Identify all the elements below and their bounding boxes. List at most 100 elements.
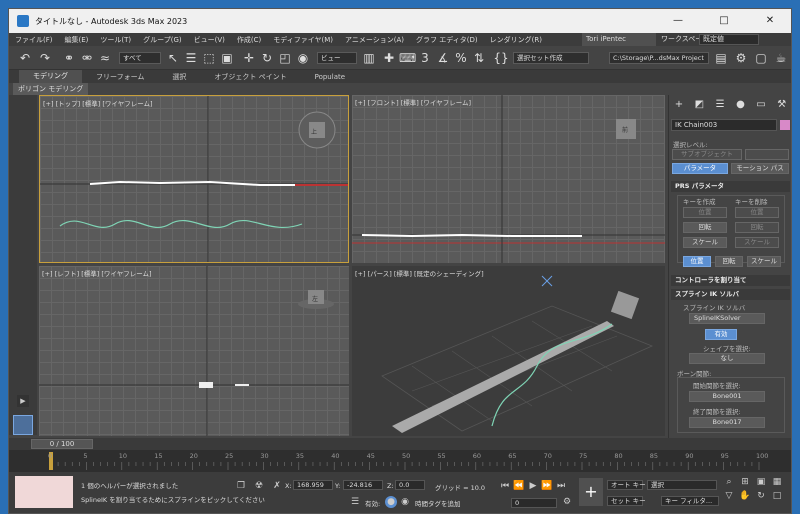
lock-selection-icon[interactable]: ❐	[235, 480, 247, 492]
position-tab-button[interactable]: 位置	[683, 256, 711, 267]
key-set-select[interactable]: 選択	[647, 480, 717, 490]
menu-animation[interactable]: アニメーション(A)	[339, 35, 410, 45]
maxscript-listener[interactable]	[15, 476, 73, 508]
menu-group[interactable]: グループ(G)	[137, 35, 187, 45]
add-time-tag[interactable]: 時間タグを追加	[415, 498, 461, 508]
track-bar[interactable]: 0 5 10 15 20 25 30 35 40 45 50 55 60 65 70 75 80 85 90 95 10…	[9, 450, 791, 472]
solver-select[interactable]: SplineIKSolver	[689, 313, 765, 324]
project-path[interactable]: C:\Storage\P...dsMax Project	[609, 52, 709, 64]
motion-path-button[interactable]: モーション パス	[731, 163, 789, 174]
spinner-snap-icon[interactable]: ⇅	[471, 50, 487, 66]
zoom-extents-all-icon[interactable]: ▦	[771, 476, 783, 488]
orbit-icon[interactable]: ↻	[755, 490, 767, 502]
tab-object-paint[interactable]: オブジェクト ペイント	[200, 72, 300, 82]
angle-snap-icon[interactable]: ∡	[435, 50, 451, 66]
named-selection-set[interactable]: 選択セット作成	[513, 52, 589, 64]
scale-tab-button[interactable]: スケール	[747, 256, 781, 267]
create-tab-icon[interactable]: +	[675, 99, 683, 110]
undo-icon[interactable]: ↶	[17, 50, 33, 66]
edit-named-selection-icon[interactable]: {}	[493, 50, 509, 66]
unlink-icon[interactable]: ⚮	[79, 50, 95, 66]
zoom-extents-icon[interactable]: ▣	[755, 476, 767, 488]
delete-position-key-button[interactable]: 位置	[735, 207, 779, 218]
viewport-layout-icon[interactable]	[13, 415, 33, 435]
adaptive-degradation-icon[interactable]: ●	[385, 496, 397, 508]
tab-populate[interactable]: Populate	[301, 73, 359, 81]
next-frame-icon[interactable]: ⏩	[541, 480, 553, 492]
select-by-name-icon[interactable]: ☰	[183, 50, 199, 66]
render-frame-icon[interactable]: ▢	[753, 50, 769, 66]
user-account[interactable]: Tori iPentec	[582, 33, 656, 46]
end-bone-button[interactable]: Bone017	[689, 417, 765, 428]
spline-ik-solver-rollout[interactable]: スプライン IK ソルバ	[671, 289, 790, 300]
motion-tab-icon[interactable]: ●	[736, 99, 745, 110]
create-rotation-key-button[interactable]: 回転	[683, 222, 727, 233]
reference-coordinate-select[interactable]: ビュー	[317, 52, 357, 64]
assign-controller-rollout[interactable]: コントローラを割り当て	[671, 275, 790, 286]
enabled-button[interactable]: 有効	[705, 329, 737, 340]
auto-key-button[interactable]: オート キー	[607, 480, 646, 490]
key-filters-button[interactable]: キー フィルタ...	[661, 496, 719, 506]
time-tag-icon[interactable]: ◉	[399, 496, 411, 508]
zoom-all-icon[interactable]: ⊞	[739, 476, 751, 488]
delete-rotation-key-button[interactable]: 回転	[735, 222, 779, 233]
menu-edit[interactable]: 編集(E)	[59, 35, 95, 45]
fov-icon[interactable]: ▽	[723, 490, 735, 502]
pivot-center-icon[interactable]: ▥	[361, 50, 377, 66]
maximize-button[interactable]: □	[701, 9, 747, 33]
region-select-icon[interactable]: ⬚	[201, 50, 217, 66]
viewport-top[interactable]: [+] [トップ] [標準] [ワイヤフレーム] 上	[39, 95, 349, 263]
x-coordinate[interactable]: 168.959	[293, 480, 333, 490]
snap-toggle-icon[interactable]: 3	[417, 50, 433, 66]
sub-object-dropdown[interactable]	[745, 149, 789, 160]
isolate-icon[interactable]: ☢	[253, 480, 265, 492]
create-position-key-button[interactable]: 位置	[683, 207, 727, 218]
viewport-front[interactable]: [+] [フロント] [標準] [ワイヤフレーム] 前	[352, 95, 665, 263]
menu-file[interactable]: ファイル(F)	[9, 35, 59, 45]
parameters-button[interactable]: パラメータ	[672, 163, 728, 174]
current-frame-field[interactable]: 0	[511, 498, 557, 508]
tab-modeling[interactable]: モデリング	[19, 70, 82, 83]
set-key-big-button[interactable]: +	[579, 478, 603, 506]
menu-rendering[interactable]: レンダリング(R)	[484, 35, 548, 45]
z-coordinate[interactable]: 0.0	[395, 480, 425, 490]
create-scale-key-button[interactable]: スケール	[683, 237, 727, 248]
workspace-select[interactable]: 既定値	[699, 34, 759, 45]
bind-spacewarp-icon[interactable]: ≈	[97, 50, 113, 66]
render-icon[interactable]: ☕	[773, 50, 789, 66]
menu-tools[interactable]: ツール(T)	[94, 35, 137, 45]
set-key-button[interactable]: セット キー	[607, 496, 646, 506]
keyboard-shortcut-icon[interactable]: ⌨	[399, 50, 416, 66]
script-icon[interactable]: ☰	[349, 496, 361, 508]
prev-frame-icon[interactable]: ⏪	[513, 480, 525, 492]
play-icon[interactable]: ▶	[527, 480, 539, 492]
zoom-icon[interactable]: ⌕	[723, 476, 735, 488]
start-bone-button[interactable]: Bone001	[689, 391, 765, 402]
rotation-tab-button[interactable]: 回転	[715, 256, 743, 267]
time-config-icon[interactable]: ⚙	[561, 496, 573, 508]
folder-icon[interactable]: ▤	[713, 50, 729, 66]
menu-graph-editors[interactable]: グラフ エディタ(D)	[410, 35, 484, 45]
minimize-button[interactable]: —	[655, 9, 701, 33]
play-small-icon[interactable]: ▶	[17, 395, 29, 407]
time-slider[interactable]: 0 / 100	[31, 439, 93, 449]
sub-object-button[interactable]: サブオブジェクト	[672, 149, 742, 160]
menu-modifiers[interactable]: モディファイヤ(M)	[267, 35, 339, 45]
absolute-transform-icon[interactable]: ✗	[271, 480, 283, 492]
goto-start-icon[interactable]: ⏮	[499, 480, 511, 492]
link-icon[interactable]: ⚭	[61, 50, 77, 66]
percent-snap-icon[interactable]: %	[453, 50, 469, 66]
menu-view[interactable]: ビュー(V)	[188, 35, 231, 45]
y-coordinate[interactable]: -24.816	[343, 480, 383, 490]
rotate-icon[interactable]: ↻	[259, 50, 275, 66]
redo-icon[interactable]: ↷	[37, 50, 53, 66]
select-object-icon[interactable]: ↖	[165, 50, 181, 66]
polygon-modeling-button[interactable]: ポリゴン モデリング	[13, 83, 89, 95]
selection-filter[interactable]: すべて	[119, 52, 161, 64]
display-tab-icon[interactable]: ▭	[756, 99, 765, 110]
object-name-field[interactable]: IK Chain003	[671, 119, 777, 131]
render-setup-icon[interactable]: ⚙	[733, 50, 749, 66]
prs-parameters-rollout[interactable]: PRS パラメータ	[671, 181, 790, 192]
select-manipulate-icon[interactable]: ✚	[381, 50, 397, 66]
viewport-left[interactable]: [+] [レフト] [標準] [ワイヤフレーム] 左	[39, 266, 349, 436]
